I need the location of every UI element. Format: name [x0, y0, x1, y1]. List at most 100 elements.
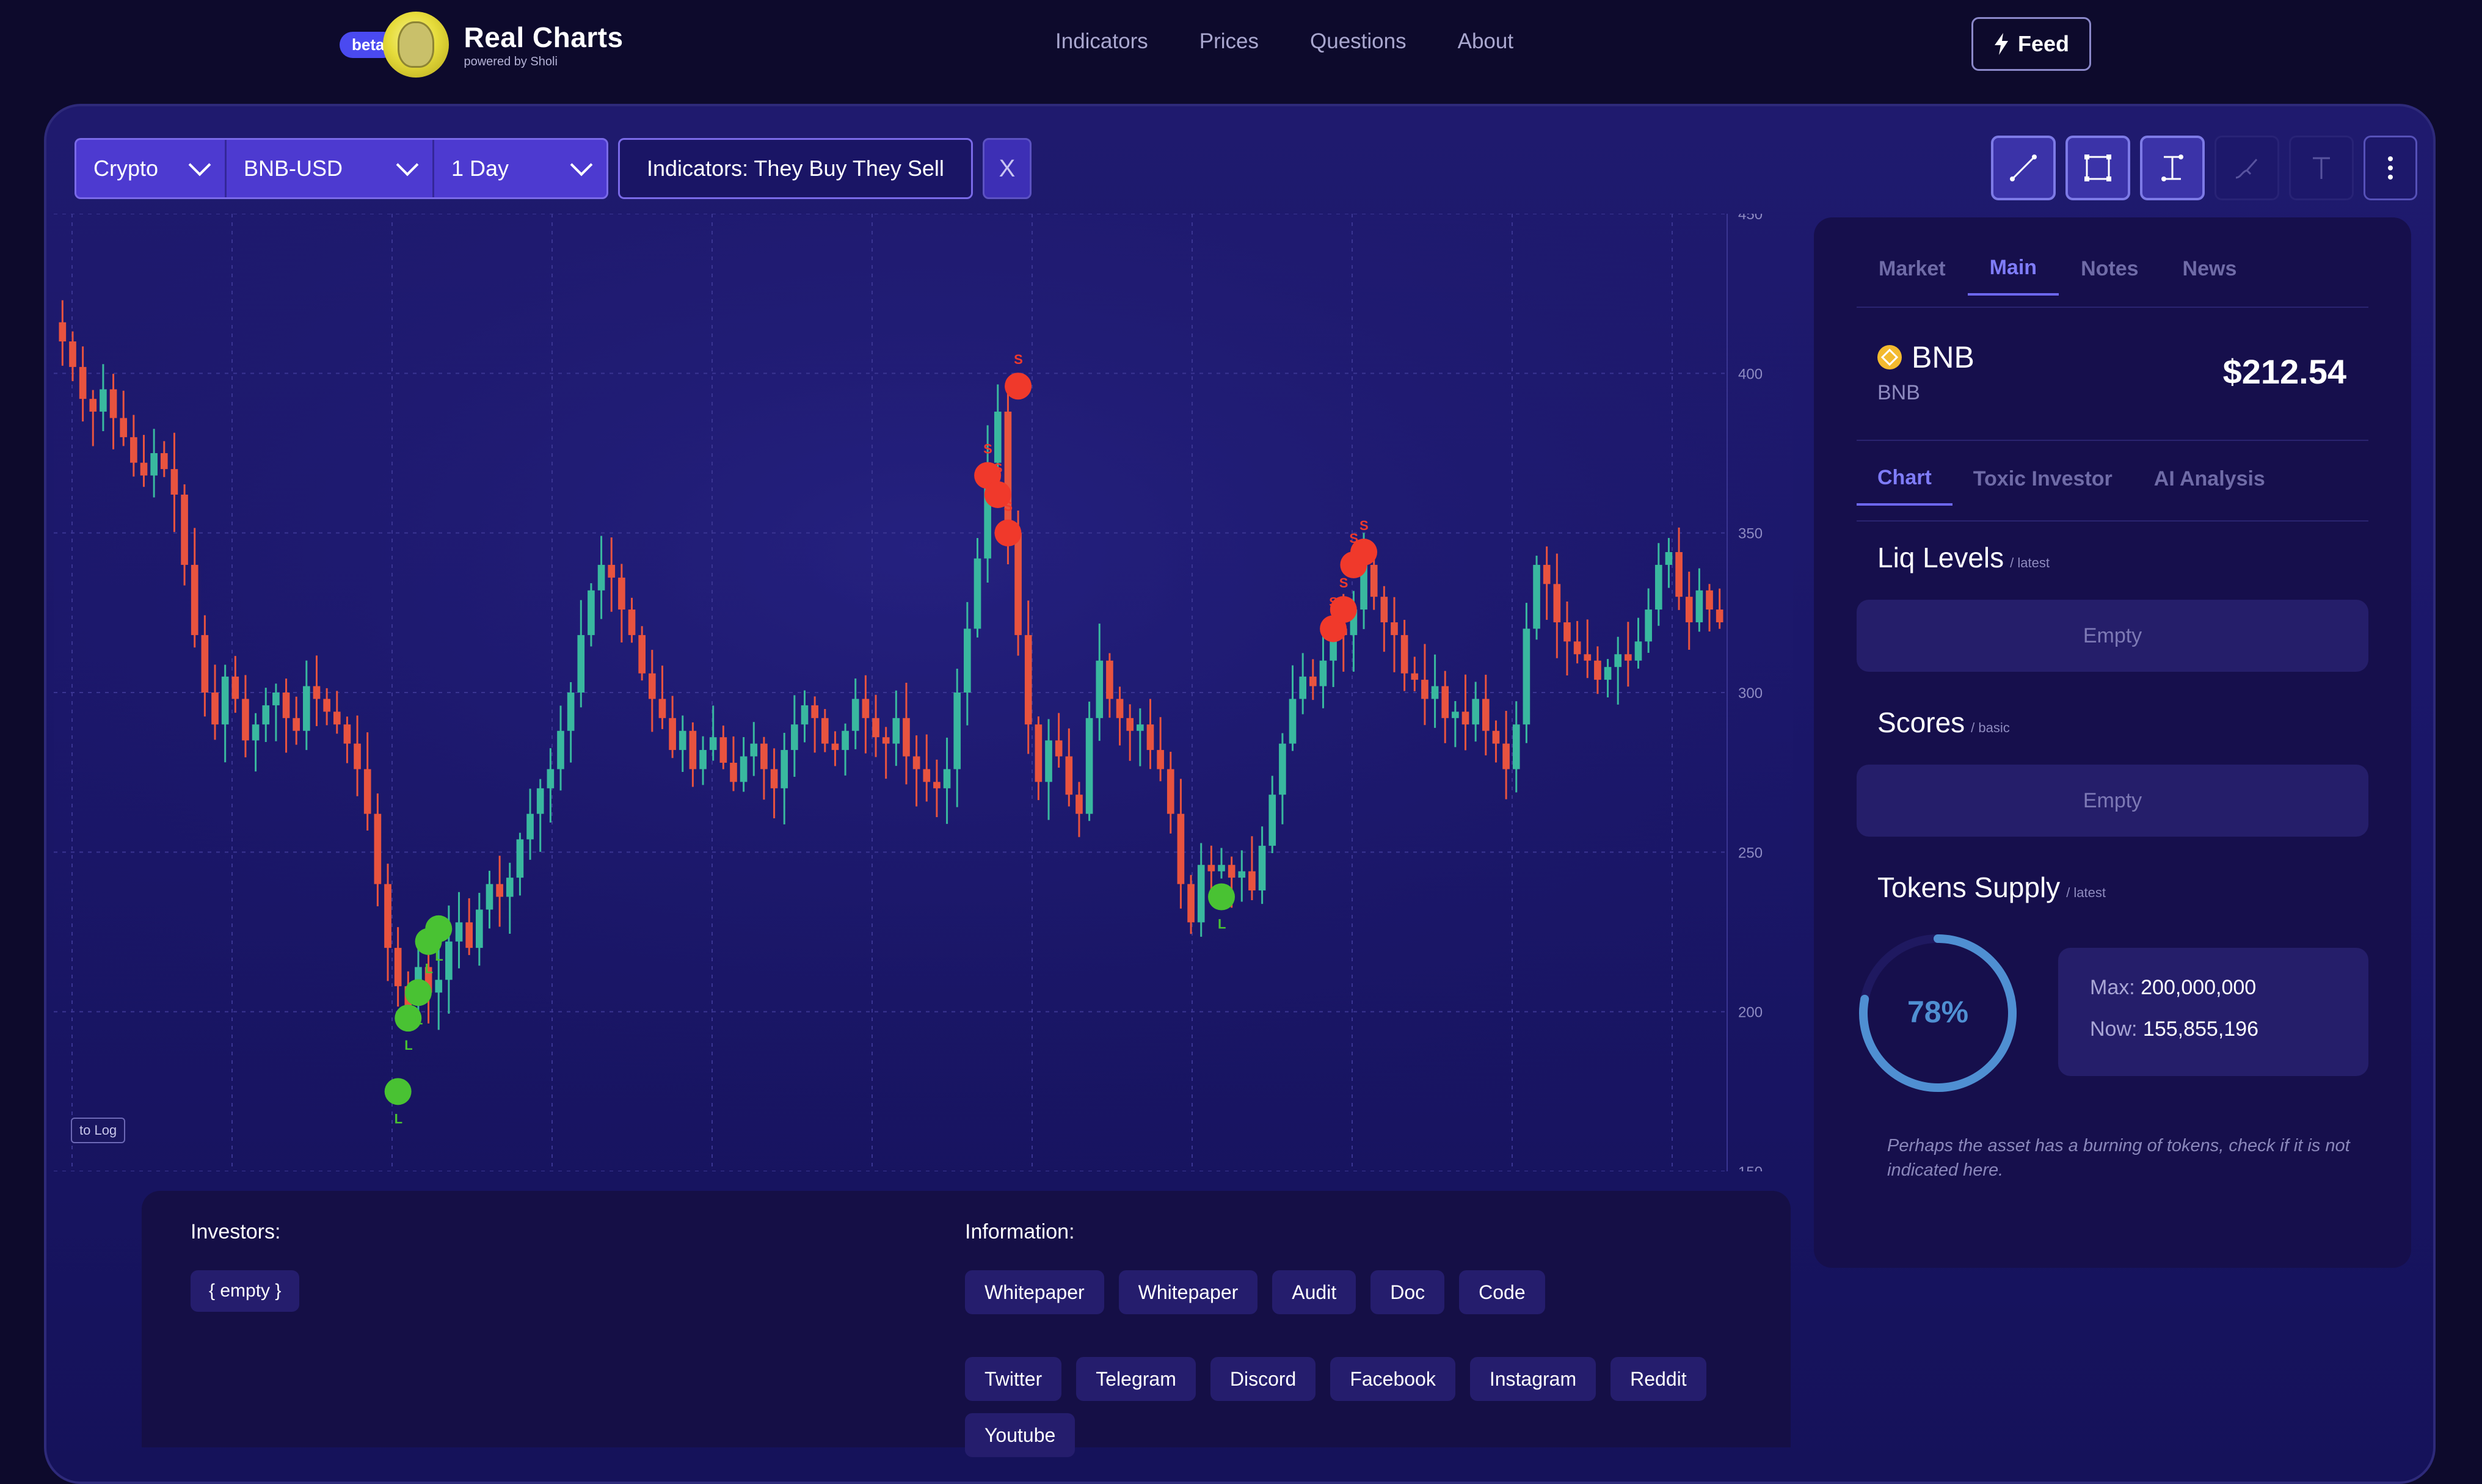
brush-icon	[2235, 159, 2258, 179]
whitepaper-link-2[interactable]: Whitepaper	[1118, 1270, 1258, 1314]
candle-body	[851, 699, 859, 731]
nav-indicators[interactable]: Indicators	[1055, 29, 1148, 54]
nav-questions[interactable]: Questions	[1310, 29, 1407, 54]
candle-body	[1166, 769, 1174, 814]
clear-indicators-button[interactable]: X	[982, 138, 1032, 199]
interval-select[interactable]: 1 Day	[434, 140, 606, 197]
max-value: 200,000,000	[2141, 976, 2257, 999]
tab-chart[interactable]: Chart	[1857, 452, 1952, 506]
line-draw-icon	[2010, 155, 2037, 181]
candle-body	[1177, 813, 1185, 884]
candle-body	[679, 730, 686, 751]
measure-icon	[2161, 155, 2183, 181]
sell-signal-label: S	[983, 442, 992, 457]
candle-body	[1706, 590, 1713, 610]
audit-link[interactable]: Audit	[1272, 1270, 1356, 1314]
candle-body	[1431, 686, 1439, 699]
brand-title: Real Charts	[464, 21, 624, 53]
candle-body	[445, 941, 453, 980]
nav-about[interactable]: About	[1458, 29, 1513, 54]
rectangle-tool-button[interactable]	[2065, 136, 2130, 200]
coin-name: BNB	[1912, 340, 1974, 374]
tabs-divider	[1857, 307, 2368, 308]
price-chart[interactable]: LLLLLLSSSSSSSS 450400350300250200150	[54, 214, 1793, 1171]
sell-signal-dot	[994, 519, 1022, 547]
tokens-supply-label: Tokens Supply	[1877, 871, 2061, 903]
candle-body	[181, 494, 188, 565]
candle-body	[760, 743, 768, 769]
candle-body	[516, 839, 524, 878]
sell-signal-label: S	[1014, 352, 1023, 367]
buy-signal-label: L	[395, 1111, 402, 1126]
text-tool-button[interactable]	[2289, 136, 2354, 200]
candle-body	[1299, 676, 1307, 699]
candle-body	[1218, 865, 1225, 871]
candle-body	[1157, 750, 1164, 769]
twitter-link[interactable]: Twitter	[965, 1357, 1062, 1401]
buy-signal-label: L	[435, 948, 443, 964]
candle-body	[689, 730, 697, 769]
brush-tool-button[interactable]	[2215, 136, 2279, 200]
liq-levels-empty: Empty	[1857, 600, 2368, 672]
youtube-link[interactable]: Youtube	[965, 1413, 1075, 1457]
buy-signal-dot	[1208, 883, 1236, 911]
measure-tool-button[interactable]	[2140, 136, 2205, 200]
candle-body	[475, 909, 483, 948]
nav-prices[interactable]: Prices	[1199, 29, 1259, 54]
y-tick-label: 150	[1738, 1164, 1763, 1171]
tab-main[interactable]: Main	[1967, 242, 2059, 296]
buy-signal-label: L	[1218, 917, 1226, 932]
feed-button[interactable]: Feed	[1971, 17, 2091, 71]
more-menu-button[interactable]	[2364, 136, 2417, 200]
telegram-link[interactable]: Telegram	[1076, 1357, 1196, 1401]
candle-body	[1441, 686, 1449, 718]
tab-ai-analysis[interactable]: AI Analysis	[2133, 452, 2286, 506]
candle-body	[242, 699, 249, 741]
tab-market[interactable]: Market	[1857, 242, 1968, 296]
candle-body	[1075, 795, 1083, 814]
candle-body	[781, 750, 788, 788]
candle-body	[1309, 676, 1317, 686]
code-link[interactable]: Code	[1459, 1270, 1545, 1314]
buy-signal-label: L	[425, 961, 433, 977]
supply-percent: 78%	[1907, 995, 1968, 1029]
tab-notes[interactable]: Notes	[2059, 242, 2160, 296]
coin-price: $212.54	[2222, 352, 2346, 391]
sub-tabs: Chart Toxic Investor AI Analysis	[1857, 452, 2286, 506]
candle-body	[435, 980, 443, 993]
pair-select[interactable]: BNB-USD	[227, 140, 434, 197]
line-tool-button[interactable]	[1991, 136, 2056, 200]
y-tick-label: 400	[1738, 366, 1763, 382]
candle-body	[1116, 699, 1124, 718]
coin-symbol: BNB	[1877, 381, 1920, 404]
candle-body	[333, 711, 341, 725]
candle-body	[862, 699, 870, 718]
candle-body	[374, 813, 382, 884]
candle-body	[912, 756, 920, 769]
discord-link[interactable]: Discord	[1210, 1357, 1316, 1401]
tab-news[interactable]: News	[2161, 242, 2259, 296]
to-log-button[interactable]: to Log	[71, 1118, 126, 1143]
feed-label: Feed	[2017, 31, 2070, 56]
information-label: Information:	[965, 1220, 1075, 1243]
doc-link[interactable]: Doc	[1370, 1270, 1445, 1314]
candle-body	[89, 399, 97, 412]
tab-toxic-investor[interactable]: Toxic Investor	[1952, 452, 2133, 506]
whitepaper-link[interactable]: Whitepaper	[965, 1270, 1104, 1314]
instagram-link[interactable]: Instagram	[1469, 1357, 1596, 1401]
reddit-link[interactable]: Reddit	[1610, 1357, 1706, 1401]
candle-body	[1045, 740, 1052, 782]
indicators-button[interactable]: Indicators: They Buy They Sell	[618, 138, 973, 199]
candle-body	[750, 743, 758, 757]
candle-body	[363, 769, 371, 814]
market-select[interactable]: Crypto	[76, 140, 227, 197]
candle-body	[1421, 680, 1428, 699]
chevron-down-icon	[396, 153, 419, 176]
facebook-link[interactable]: Facebook	[1330, 1357, 1455, 1401]
candle-body	[1004, 412, 1012, 533]
candle-body	[1065, 756, 1073, 795]
candle-body	[1024, 635, 1032, 725]
buy-signal-dot	[404, 979, 432, 1006]
logo[interactable]: beta Real Charts powered by Sholi	[340, 11, 624, 78]
kebab-menu-icon	[2388, 156, 2393, 180]
